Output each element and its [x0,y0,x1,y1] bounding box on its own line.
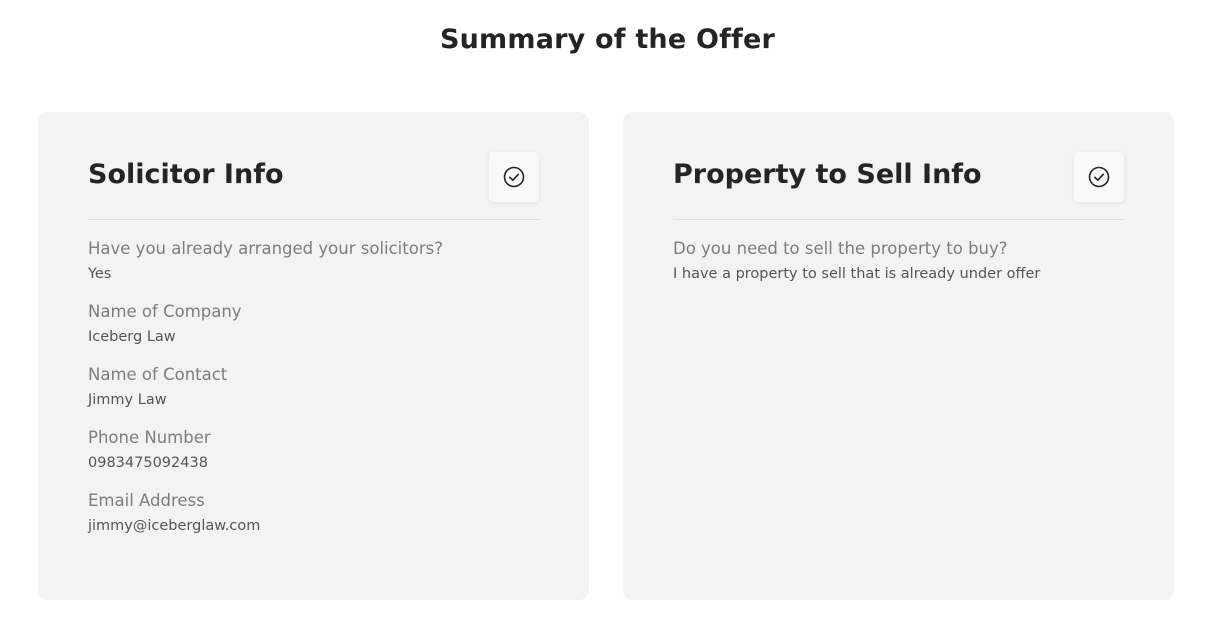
solicitor-info-card: Solicitor Info Have you already arranged… [38,112,589,600]
field-email-address: Email Address jimmy@iceberglaw.com [88,490,539,536]
field-value: 0983475092438 [88,455,208,471]
check-circle-icon [1088,166,1110,188]
field-value: jimmy@iceberglaw.com [88,518,261,534]
check-circle-icon [503,166,525,188]
solicitor-confirm-button[interactable] [489,152,539,202]
field-company-name: Name of Company Iceberg Law [88,301,539,347]
solicitor-info-header: Solicitor Info [88,152,539,220]
field-label: Name of Company [88,302,242,321]
property-info-title: Property to Sell Info [673,159,982,190]
field-label: Name of Contact [88,365,228,384]
field-phone-number: Phone Number 0983475092438 [88,427,539,473]
field-label: Phone Number [88,428,211,447]
property-info-header: Property to Sell Info [673,152,1124,220]
field-solicitors-arranged: Have you already arranged your solicitor… [88,238,539,284]
property-info-fields: Do you need to sell the property to buy?… [673,238,1124,301]
field-label: Email Address [88,491,205,510]
field-value: Iceberg Law [88,329,176,345]
field-label: Do you need to sell the property to buy? [673,239,1008,258]
field-value: I have a property to sell that is alread… [673,266,1041,282]
field-need-to-sell: Do you need to sell the property to buy?… [673,238,1124,284]
property-info-card: Property to Sell Info Do you need to sel… [623,112,1174,600]
field-contact-name: Name of Contact Jimmy Law [88,364,539,410]
field-value: Jimmy Law [88,392,167,408]
field-label: Have you already arranged your solicitor… [88,239,443,258]
solicitor-info-title: Solicitor Info [88,159,284,190]
property-confirm-button[interactable] [1074,152,1124,202]
field-value: Yes [88,266,112,282]
solicitor-info-fields: Have you already arranged your solicitor… [88,238,539,553]
page-title: Summary of the Offer [439,24,776,55]
